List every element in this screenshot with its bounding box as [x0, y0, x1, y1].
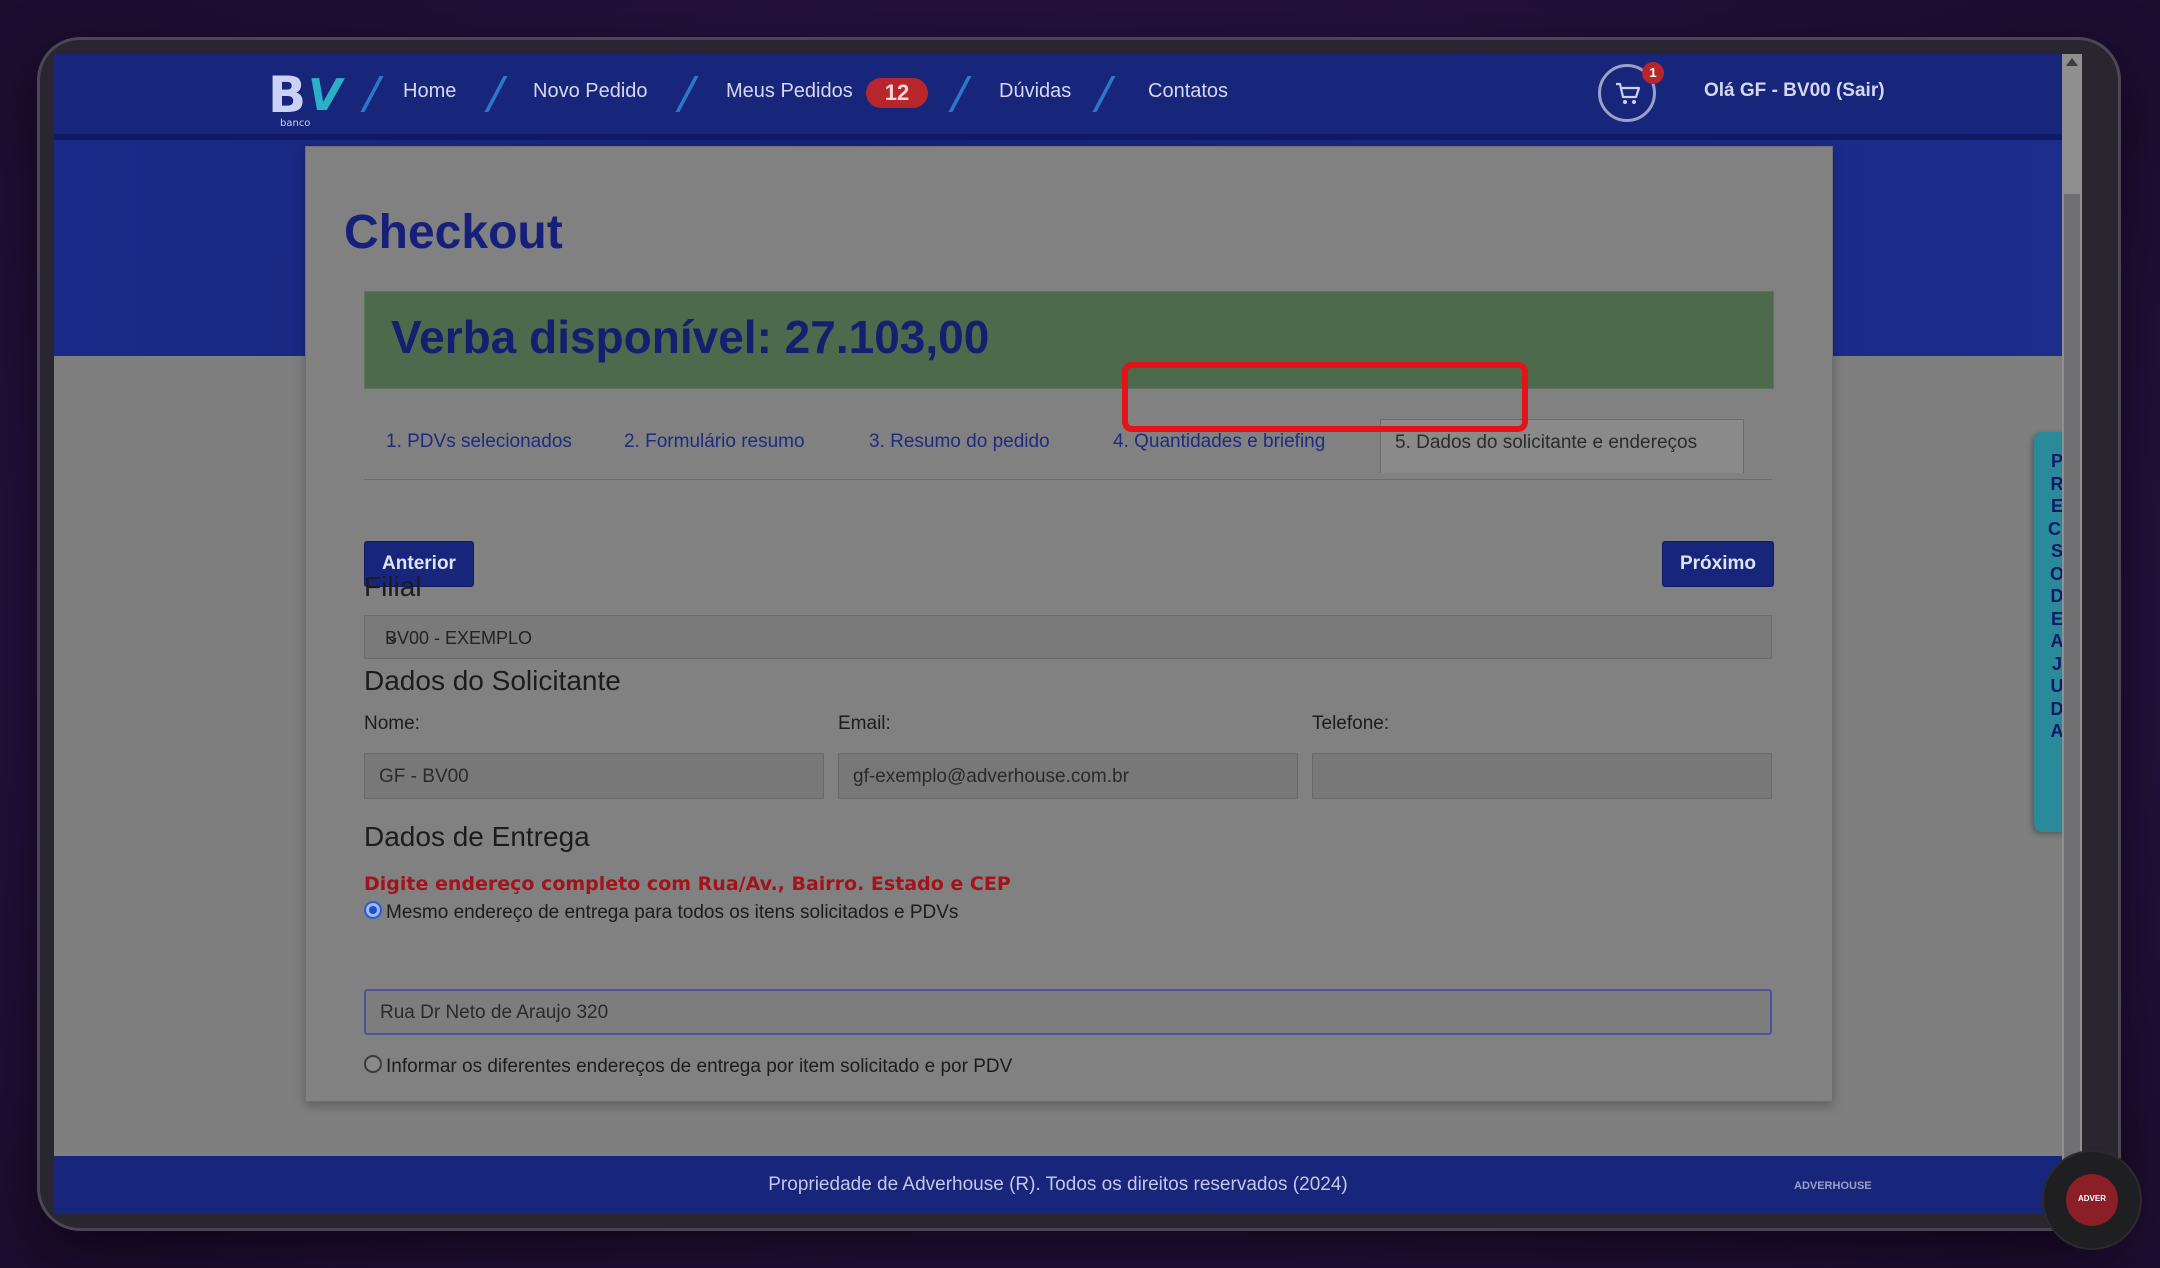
- nav-novo-pedido[interactable]: Novo Pedido: [533, 80, 648, 103]
- telefone-label: Telefone:: [1312, 713, 1390, 734]
- nav-separator: [484, 76, 508, 112]
- logo-b: B: [268, 66, 307, 124]
- next-button[interactable]: Próximo: [1662, 541, 1774, 587]
- adverhouse-avatar-icon: ADVER: [2066, 1174, 2118, 1226]
- nav-separator: [675, 76, 699, 112]
- different-address-option[interactable]: Informar os diferentes endereços de entr…: [364, 1055, 1012, 1078]
- same-address-radio[interactable]: [364, 901, 382, 919]
- entrega-heading: Dados de Entrega: [364, 821, 590, 852]
- telefone-field[interactable]: [1312, 753, 1772, 799]
- same-address-option[interactable]: Mesmo endereço de entrega para todos os …: [364, 901, 958, 924]
- budget-text: Verba disponível: 27.103,00: [391, 311, 990, 363]
- email-value: gf-exemplo@adverhouse.com.br: [853, 766, 1129, 787]
- email-field[interactable]: gf-exemplo@adverhouse.com.br: [838, 753, 1298, 799]
- tab-dados-solicitante-label: 5. Dados do solicitante e endereços: [1395, 432, 1698, 453]
- filial-heading: Filial: [364, 571, 422, 602]
- bv-logo[interactable]: B V banco: [268, 66, 348, 129]
- nav-separator: [1092, 76, 1116, 112]
- nome-label: Nome:: [364, 713, 420, 734]
- footer-copyright: Propriedade de Adverhouse (R). Todos os …: [768, 1174, 1348, 1195]
- address-value: Rua Dr Neto de Araujo 320: [380, 1002, 609, 1023]
- user-greeting-logout[interactable]: Olá GF - BV00 (Sair): [1704, 80, 1885, 102]
- checkout-card: Checkout Verba disponível: 27.103,00 1. …: [305, 146, 1833, 1102]
- nav-separator: [360, 76, 384, 112]
- solicitante-heading: Dados do Solicitante: [364, 665, 621, 696]
- tab-quantidades-briefing[interactable]: 4. Quantidades e briefing: [1113, 431, 1325, 453]
- page-title: Checkout: [344, 206, 563, 259]
- orders-count-badge: 12: [866, 78, 928, 108]
- email-label: Email:: [838, 713, 891, 734]
- cart-count-badge: 1: [1642, 62, 1664, 84]
- nav-duvidas[interactable]: Dúvidas: [999, 80, 1071, 103]
- avatar-label: ADVER: [2077, 1194, 2106, 1203]
- tab-formulario-resumo[interactable]: 2. Formulário resumo: [624, 431, 805, 453]
- cart-icon: [1616, 82, 1641, 104]
- logo-v: V: [308, 70, 343, 121]
- chevron-down-icon: ⌄: [385, 626, 401, 647]
- same-address-label: Mesmo endereço de entrega para todos os …: [386, 902, 959, 923]
- tab-resumo-pedido[interactable]: 3. Resumo do pedido: [869, 431, 1050, 453]
- footer: Propriedade de Adverhouse (R). Todos os …: [54, 1156, 2082, 1214]
- address-input[interactable]: Rua Dr Neto de Araujo 320: [364, 989, 1772, 1035]
- adverhouse-logo: ADVERHOUSE: [1794, 1180, 1872, 1192]
- checkout-steps-tabs: 1. PDVs selecionados 2. Formulário resum…: [364, 413, 1772, 480]
- nav-home[interactable]: Home: [403, 80, 456, 103]
- page-scrollbar[interactable]: [2062, 54, 2082, 1214]
- different-address-radio[interactable]: [364, 1055, 382, 1073]
- scrollbar-thumb[interactable]: [2064, 194, 2080, 1194]
- budget-banner: Verba disponível: 27.103,00: [364, 291, 1774, 389]
- nav-meus-pedidos[interactable]: Meus Pedidos: [726, 80, 853, 103]
- tab-pdvs-selecionados[interactable]: 1. PDVs selecionados: [386, 431, 572, 453]
- chat-avatar-button[interactable]: ADVER: [2044, 1152, 2140, 1248]
- nav-contatos[interactable]: Contatos: [1148, 80, 1228, 103]
- filial-select[interactable]: BV00 - EXEMPLO ⌄: [364, 615, 1772, 659]
- tab-highlight-annotation: [1122, 362, 1528, 432]
- top-navbar: B V banco Home Novo Pedido Meus Pedidos …: [54, 54, 2082, 140]
- different-address-label: Informar os diferentes endereços de entr…: [386, 1056, 1013, 1077]
- nome-field[interactable]: GF - BV00: [364, 753, 824, 799]
- nome-value: GF - BV00: [379, 766, 469, 787]
- scroll-up-arrow-icon[interactable]: [2066, 58, 2078, 66]
- address-warning: Digite endereço completo com Rua/Av., Ba…: [364, 873, 1011, 895]
- logo-sub: banco: [280, 118, 311, 129]
- nav-separator: [948, 76, 972, 112]
- browser-viewport: B V banco Home Novo Pedido Meus Pedidos …: [54, 54, 2082, 1214]
